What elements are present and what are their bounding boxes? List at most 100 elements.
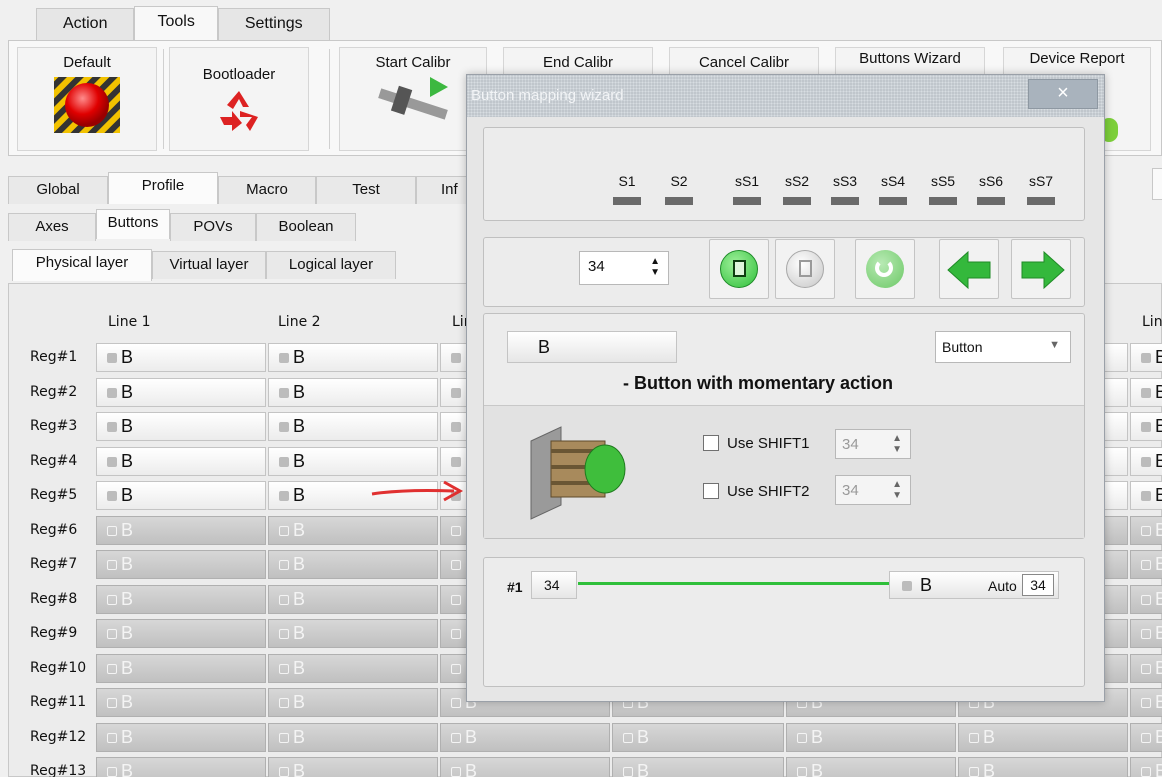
- button-cell[interactable]: B: [1130, 447, 1162, 476]
- button-cell[interactable]: B: [268, 447, 438, 476]
- button-cell[interactable]: B: [268, 688, 438, 717]
- button-cell[interactable]: B: [440, 757, 610, 777]
- button-cell[interactable]: B: [268, 343, 438, 372]
- shift-indicator: [733, 197, 761, 205]
- button-cell[interactable]: B: [96, 481, 266, 510]
- status-dot-icon: [623, 767, 633, 777]
- button-cell[interactable]: B: [96, 378, 266, 407]
- button-name-field[interactable]: B: [507, 331, 677, 363]
- button-number-spinner[interactable]: 34 ▲ ▼: [579, 251, 669, 285]
- shift-indicator: [613, 197, 641, 205]
- cell-label: B: [293, 589, 306, 609]
- button-cell[interactable]: B: [1130, 757, 1162, 777]
- next-button[interactable]: [1011, 239, 1071, 299]
- shift2-spinner[interactable]: 34 ▲ ▼: [835, 475, 911, 505]
- tab-povs[interactable]: POVs: [170, 213, 256, 241]
- button-cell[interactable]: B: [1130, 723, 1162, 752]
- button-cell[interactable]: B: [1130, 343, 1162, 372]
- tab-boolean[interactable]: Boolean: [256, 213, 356, 241]
- paste-icon: [786, 250, 824, 288]
- button-cell[interactable]: B: [96, 550, 266, 579]
- button-cell[interactable]: B: [96, 654, 266, 683]
- type-select[interactable]: Button ▼: [935, 331, 1071, 363]
- button-cell[interactable]: B: [268, 516, 438, 545]
- button-cell[interactable]: B: [1130, 481, 1162, 510]
- button-cell[interactable]: B: [96, 619, 266, 648]
- button-cell[interactable]: B: [1130, 654, 1162, 683]
- button-cell[interactable]: B: [958, 723, 1128, 752]
- button-cell[interactable]: B: [958, 757, 1128, 777]
- device-report-label: Device Report: [1029, 50, 1125, 67]
- tab-test[interactable]: Test: [316, 176, 416, 204]
- button-cell[interactable]: B: [268, 378, 438, 407]
- button-cell[interactable]: B: [612, 757, 784, 777]
- button-cell[interactable]: B: [268, 412, 438, 441]
- button-cell[interactable]: B: [1130, 550, 1162, 579]
- button-cell[interactable]: B: [96, 343, 266, 372]
- mapping-target-field[interactable]: B Auto 34: [889, 571, 1059, 599]
- button-cell[interactable]: B: [96, 585, 266, 614]
- default-button[interactable]: Default: [17, 47, 157, 151]
- status-dot-icon: [107, 491, 117, 501]
- button-cell[interactable]: B: [96, 516, 266, 545]
- cell-label: B: [293, 623, 306, 643]
- button-cell[interactable]: B: [612, 723, 784, 752]
- button-cell[interactable]: B: [786, 757, 956, 777]
- button-cell[interactable]: B: [96, 757, 266, 777]
- bootloader-button[interactable]: Bootloader: [169, 47, 309, 151]
- shift-label: sS2: [784, 173, 810, 189]
- reset-button[interactable]: [855, 239, 915, 299]
- cell-label: B: [121, 347, 134, 367]
- menu-tab-settings[interactable]: Settings: [217, 8, 330, 40]
- tab-physical-layer[interactable]: Physical layer: [12, 249, 152, 281]
- mapping-target-value[interactable]: 34: [1022, 574, 1054, 596]
- button-cell[interactable]: B: [268, 723, 438, 752]
- button-cell[interactable]: B: [96, 412, 266, 441]
- shift1-spinner[interactable]: 34 ▲ ▼: [835, 429, 911, 459]
- cancel-calibr-label: Cancel Calibr: [698, 54, 790, 71]
- start-calibr-button[interactable]: Start Calibr: [339, 47, 487, 151]
- use-shift1-checkbox[interactable]: [703, 435, 719, 451]
- button-cell[interactable]: B: [786, 723, 956, 752]
- copy-button[interactable]: [709, 239, 769, 299]
- button-cell[interactable]: B: [96, 447, 266, 476]
- button-cell[interactable]: B: [1130, 619, 1162, 648]
- button-cell[interactable]: B: [268, 550, 438, 579]
- tab-macro[interactable]: Macro: [218, 176, 316, 204]
- button-cell[interactable]: B: [268, 654, 438, 683]
- status-dot-icon: [797, 733, 807, 743]
- tab-profile[interactable]: Profile: [108, 172, 218, 204]
- shift1-value: 34: [842, 436, 859, 453]
- menu-tab-action[interactable]: Action: [36, 8, 135, 40]
- button-cell[interactable]: B: [440, 723, 610, 752]
- shift-label: S2: [670, 173, 688, 189]
- menu-tab-tools[interactable]: Tools: [134, 6, 218, 40]
- close-button[interactable]: ×: [1028, 79, 1098, 109]
- row-label: Reg#5: [30, 487, 78, 503]
- button-cell[interactable]: B: [96, 723, 266, 752]
- main-tabs: Global Profile Macro Test Inf: [8, 172, 476, 204]
- tab-buttons[interactable]: Buttons: [96, 209, 170, 239]
- tab-virtual-layer[interactable]: Virtual layer: [152, 251, 266, 279]
- button-cell[interactable]: B: [96, 688, 266, 717]
- status-dot-icon: [1141, 422, 1151, 432]
- shift-label: sS4: [880, 173, 906, 189]
- tab-logical-layer[interactable]: Logical layer: [266, 251, 396, 279]
- shift-indicator: [977, 197, 1005, 205]
- tab-axes[interactable]: Axes: [8, 213, 96, 241]
- button-cell[interactable]: B: [1130, 688, 1162, 717]
- button-cell[interactable]: B: [1130, 516, 1162, 545]
- tab-global[interactable]: Global: [8, 176, 108, 204]
- button-cell[interactable]: B: [1130, 378, 1162, 407]
- status-dot-icon: [279, 388, 289, 398]
- button-cell[interactable]: B: [268, 585, 438, 614]
- button-cell[interactable]: B: [268, 619, 438, 648]
- mapping-source-field[interactable]: 34: [531, 571, 577, 599]
- button-cell[interactable]: B: [1130, 412, 1162, 441]
- button-cell[interactable]: B: [1130, 585, 1162, 614]
- push-button-icon: [530, 426, 626, 520]
- use-shift2-checkbox[interactable]: [703, 483, 719, 499]
- previous-button[interactable]: [939, 239, 999, 299]
- paste-button[interactable]: [775, 239, 835, 299]
- button-cell[interactable]: B: [268, 757, 438, 777]
